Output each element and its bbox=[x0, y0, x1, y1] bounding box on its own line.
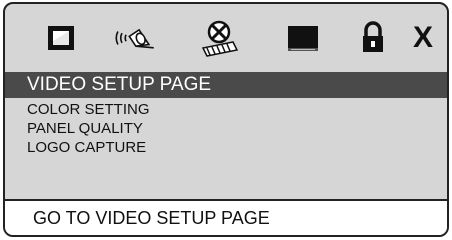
exit-button[interactable]: X bbox=[401, 18, 445, 58]
setup-menu-window: X VIDEO SETUP PAGE COLOR SETTING PANEL Q… bbox=[3, 2, 449, 237]
video-setup-button[interactable] bbox=[197, 18, 241, 58]
close-x-icon: X bbox=[412, 21, 433, 54]
menu-item-panel-quality[interactable]: PANEL QUALITY bbox=[27, 119, 447, 138]
menu-item-color-setting[interactable]: COLOR SETTING bbox=[27, 100, 447, 119]
setup-icon-bar: X bbox=[5, 4, 447, 72]
status-bar: GO TO VIDEO SETUP PAGE bbox=[5, 199, 447, 235]
video-cross-icon bbox=[201, 20, 239, 57]
password-setup-button[interactable] bbox=[351, 18, 395, 58]
monitor-icon bbox=[288, 26, 318, 51]
speaker-sound-icon bbox=[115, 28, 154, 49]
audio-setup-button[interactable] bbox=[113, 18, 157, 58]
status-text: GO TO VIDEO SETUP PAGE bbox=[33, 208, 270, 228]
general-setup-button[interactable] bbox=[39, 18, 83, 58]
menu-item-logo-capture[interactable]: LOGO CAPTURE bbox=[27, 138, 447, 157]
page-title: VIDEO SETUP PAGE bbox=[5, 72, 447, 98]
tv-frame-icon bbox=[48, 26, 74, 50]
video-setup-menu: COLOR SETTING PANEL QUALITY LOGO CAPTURE bbox=[5, 100, 447, 157]
preference-setup-button[interactable] bbox=[281, 18, 325, 58]
lock-icon bbox=[363, 21, 383, 52]
